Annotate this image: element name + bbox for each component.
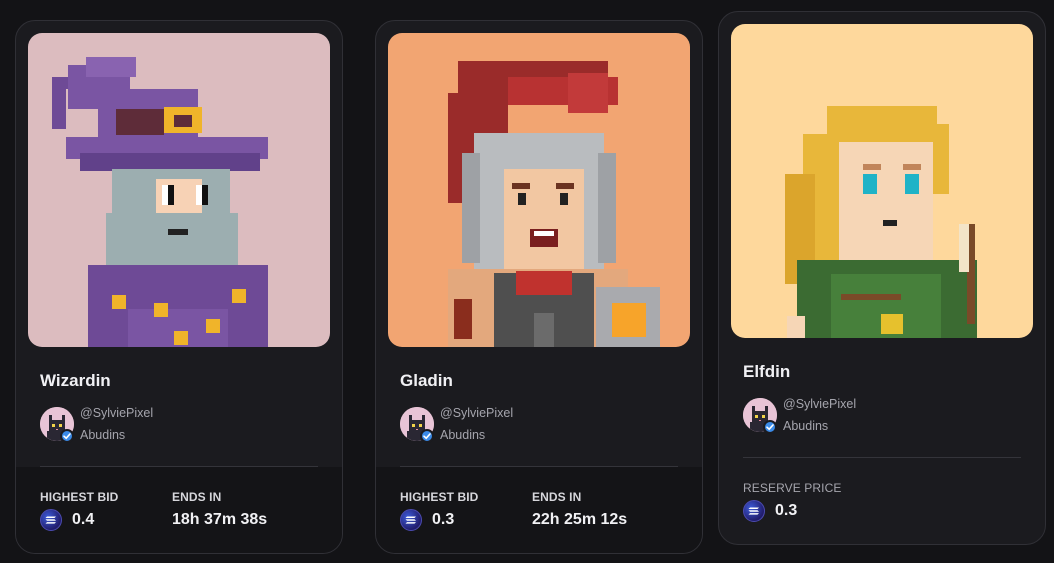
creator-info[interactable]: @SylviePixel Abudins bbox=[400, 406, 680, 447]
highest-bid-label: HIGHEST BID bbox=[40, 490, 119, 504]
reserve-price-label: RESERVE PRICE bbox=[743, 481, 842, 495]
nft-title[interactable]: Wizardin bbox=[40, 371, 111, 391]
ends-in-value: 18h 37m 38s bbox=[172, 511, 268, 528]
elf-pixel-art bbox=[731, 24, 1033, 338]
nft-title[interactable]: Gladin bbox=[400, 371, 453, 391]
nft-card-gladin[interactable]: Gladin @SylviePixel Abudins HIGHEST BID … bbox=[375, 20, 703, 554]
card-footer: RESERVE PRICE 0.3 bbox=[719, 458, 1045, 544]
nft-image-gladin[interactable] bbox=[388, 33, 690, 347]
collection-name[interactable]: Abudins bbox=[783, 419, 828, 433]
ends-in-label: ENDS IN bbox=[532, 490, 582, 504]
gladiator-pixel-art bbox=[388, 33, 690, 347]
highest-bid-label: HIGHEST BID bbox=[400, 490, 479, 504]
ends-in-label: ENDS IN bbox=[172, 490, 222, 504]
ends-in-value: 22h 25m 12s bbox=[532, 511, 628, 528]
nft-card-elfdin[interactable]: Elfdin @SylviePixel Abudins RESERVE PRIC… bbox=[718, 11, 1046, 545]
nft-image-wizardin[interactable] bbox=[28, 33, 330, 347]
collection-name[interactable]: Abudins bbox=[440, 428, 485, 442]
creator-info[interactable]: @SylviePixel Abudins bbox=[40, 406, 320, 447]
creator-handle[interactable]: @SylviePixel bbox=[80, 406, 153, 420]
nft-title[interactable]: Elfdin bbox=[743, 362, 790, 382]
solana-icon bbox=[40, 509, 62, 531]
verified-badge-icon bbox=[60, 429, 74, 443]
highest-bid-value: 0.4 bbox=[72, 511, 95, 528]
nft-card-wizardin[interactable]: Wizardin @SylviePixel Abudins HIGHEST BI… bbox=[15, 20, 343, 554]
wizard-pixel-art bbox=[28, 33, 330, 347]
verified-badge-icon bbox=[763, 420, 777, 434]
verified-badge-icon bbox=[420, 429, 434, 443]
collection-name[interactable]: Abudins bbox=[80, 428, 125, 442]
creator-handle[interactable]: @SylviePixel bbox=[783, 397, 856, 411]
creator-info[interactable]: @SylviePixel Abudins bbox=[743, 397, 1023, 438]
card-footer: HIGHEST BID 0.3 ENDS IN 22h 25m 12s bbox=[376, 467, 702, 553]
solana-icon bbox=[743, 500, 765, 522]
card-footer: HIGHEST BID 0.4 ENDS IN 18h 37m 38s bbox=[16, 467, 342, 553]
highest-bid-value: 0.3 bbox=[432, 511, 455, 528]
solana-icon bbox=[400, 509, 422, 531]
creator-handle[interactable]: @SylviePixel bbox=[440, 406, 513, 420]
nft-image-elfdin[interactable] bbox=[731, 24, 1033, 338]
reserve-price-value: 0.3 bbox=[775, 502, 798, 519]
